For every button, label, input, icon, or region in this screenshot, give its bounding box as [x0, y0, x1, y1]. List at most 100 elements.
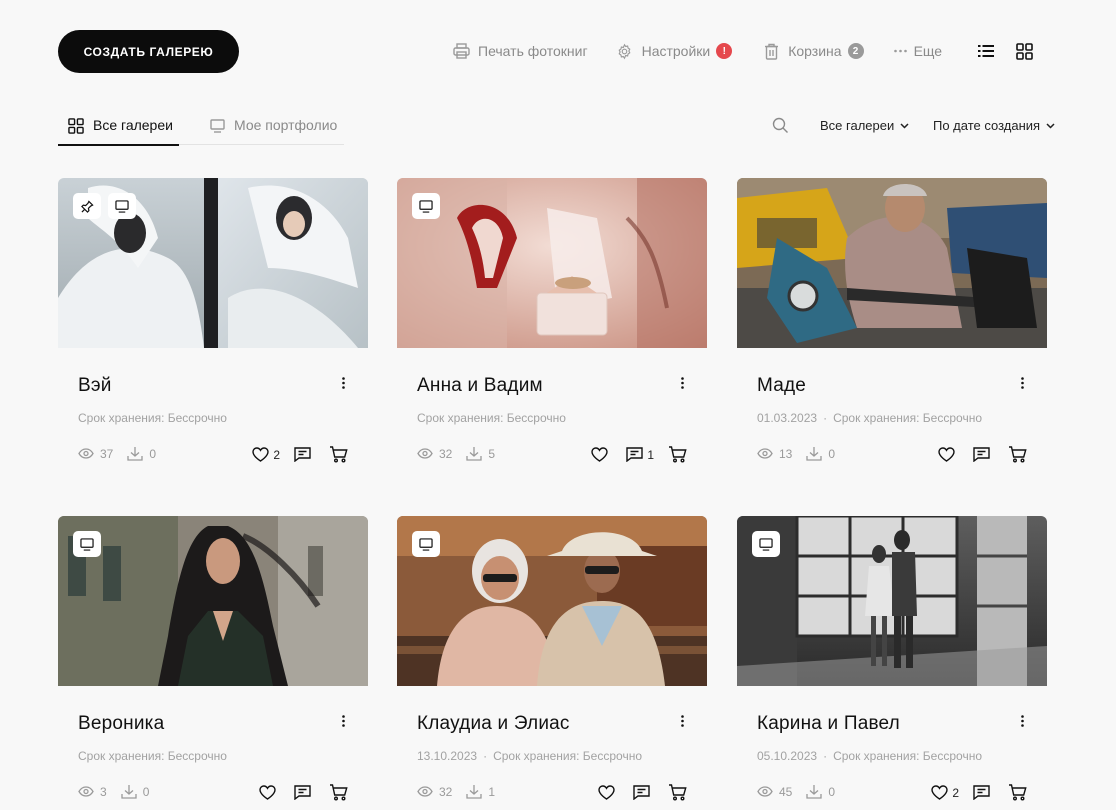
pin-button[interactable] — [73, 193, 101, 219]
gallery-stats: 3 0 — [78, 784, 163, 799]
settings-label: Настройки — [641, 43, 711, 59]
downloads-stat: 0 — [127, 446, 156, 461]
favorites-button[interactable] — [598, 785, 619, 800]
downloads-stat: 0 — [121, 784, 149, 799]
favorites-button[interactable] — [591, 447, 612, 462]
gallery-cover-image[interactable] — [58, 516, 368, 686]
trash-label: Корзина — [788, 43, 842, 59]
monitor-icon — [80, 537, 94, 551]
portfolio-button[interactable] — [73, 531, 101, 557]
card-menu-button[interactable] — [675, 713, 689, 729]
comments-button[interactable] — [973, 785, 994, 800]
monitor-icon — [759, 537, 773, 551]
tab-all-galleries[interactable]: Все галереи — [58, 113, 179, 146]
portfolio-button[interactable] — [752, 531, 780, 557]
print-photobooks-label: Печать фотокниг — [478, 43, 588, 59]
downloads-stat: 0 — [806, 784, 835, 799]
print-photobooks-link[interactable]: Печать фотокниг — [452, 42, 588, 60]
comments-button[interactable] — [973, 447, 994, 462]
orders-button[interactable] — [1008, 784, 1027, 801]
trash-link[interactable]: Корзина 2 — [762, 42, 864, 60]
search-button[interactable] — [772, 117, 790, 135]
views-stat: 37 — [78, 447, 113, 461]
storage-term: Срок хранения: Бессрочно — [833, 749, 982, 763]
gallery-cover-image[interactable] — [737, 516, 1047, 686]
cart-icon — [669, 446, 687, 463]
card-menu-button[interactable] — [675, 375, 689, 391]
orders-button[interactable] — [668, 784, 687, 801]
gallery-filter-dropdown[interactable]: Все галереи — [820, 118, 909, 133]
portfolio-button[interactable] — [412, 531, 440, 557]
views-stat: 32 — [417, 785, 452, 799]
card-menu-button[interactable] — [336, 375, 350, 391]
gallery-card[interactable]: Вероника Срок хранения: Бессрочно 3 0 — [58, 516, 368, 801]
gallery-title[interactable]: Клаудиа и Элиас — [417, 713, 570, 735]
favorites-count: 2 — [952, 785, 959, 800]
gallery-actions: 2 — [917, 784, 1027, 801]
views-stat: 45 — [757, 785, 792, 799]
cart-icon — [669, 784, 687, 801]
gallery-cover-image[interactable] — [737, 178, 1047, 348]
kebab-icon — [680, 377, 684, 389]
views-count: 32 — [439, 446, 453, 461]
gallery-card[interactable]: Анна и Вадим Срок хранения: Бессрочно 32… — [397, 178, 707, 463]
comments-button[interactable] — [294, 447, 315, 462]
portfolio-button[interactable] — [108, 193, 136, 219]
cover-badges — [73, 531, 101, 557]
card-menu-button[interactable] — [336, 713, 350, 729]
heart-icon — [598, 785, 615, 800]
eye-icon — [757, 786, 773, 797]
grid-icon — [67, 117, 85, 135]
comments-count: 1 — [647, 447, 654, 462]
gallery-cover-image[interactable] — [58, 178, 368, 348]
gallery-cover-image[interactable] — [397, 178, 707, 348]
card-menu-button[interactable] — [1015, 713, 1029, 729]
tab-my-portfolio[interactable]: Мое портфолио — [208, 113, 337, 145]
gallery-title[interactable]: Карина и Павел — [757, 713, 900, 735]
gallery-card[interactable]: Вэй Срок хранения: Бессрочно 37 0 2 — [58, 178, 368, 463]
settings-link[interactable]: Настройки ! — [616, 42, 733, 60]
favorites-button[interactable]: 2 — [252, 447, 280, 462]
eye-icon — [417, 448, 433, 459]
more-menu[interactable]: Еще — [894, 42, 942, 60]
downloads-stat: 1 — [466, 784, 495, 799]
sort-dropdown[interactable]: По дате создания — [933, 118, 1055, 133]
create-gallery-button[interactable]: СОЗДАТЬ ГАЛЕРЕЮ — [58, 30, 239, 73]
orders-button[interactable] — [1008, 446, 1027, 463]
views-count: 45 — [779, 784, 793, 799]
monitor-icon — [419, 199, 433, 213]
gallery-actions — [245, 784, 348, 801]
pin-icon — [80, 199, 94, 213]
gallery-stats: 32 1 — [417, 784, 509, 799]
orders-button[interactable] — [668, 446, 687, 463]
heart-icon — [931, 785, 949, 800]
favorites-count: 2 — [273, 447, 280, 462]
favorites-button[interactable] — [938, 447, 959, 462]
comments-button[interactable]: 1 — [626, 447, 654, 462]
portfolio-button[interactable] — [412, 193, 440, 219]
meta-separator: · — [823, 411, 828, 425]
grid-view-toggle[interactable] — [1013, 40, 1035, 62]
card-menu-button[interactable] — [1015, 375, 1029, 391]
gallery-title[interactable]: Вэй — [78, 375, 112, 397]
favorites-button[interactable]: 2 — [931, 785, 959, 800]
gallery-title[interactable]: Маде — [757, 375, 806, 397]
comments-button[interactable] — [633, 785, 654, 800]
comments-button[interactable] — [294, 785, 315, 800]
list-view-toggle[interactable] — [975, 40, 997, 62]
gallery-title[interactable]: Анна и Вадим — [417, 375, 543, 397]
gallery-title[interactable]: Вероника — [78, 713, 164, 735]
gallery-card[interactable]: Клаудиа и Элиас 13.10.2023 · Срок хранения… — [397, 516, 707, 801]
eye-icon — [757, 448, 773, 459]
gallery-meta: Срок хранения: Бессрочно — [78, 749, 227, 763]
monitor-icon — [208, 117, 226, 135]
gallery-cover-image[interactable] — [397, 516, 707, 686]
gallery-stats: 37 0 — [78, 446, 170, 461]
orders-button[interactable] — [329, 784, 348, 801]
favorites-button[interactable] — [259, 785, 280, 800]
orders-button[interactable] — [329, 446, 348, 463]
gallery-card[interactable]: Карина и Павел 05.10.2023 · Срок хранения:… — [737, 516, 1047, 801]
heart-icon — [252, 447, 270, 462]
gallery-card[interactable]: Маде 01.03.2023 · Срок хранения: Бессрочно… — [737, 178, 1047, 463]
cart-icon — [1009, 784, 1027, 801]
